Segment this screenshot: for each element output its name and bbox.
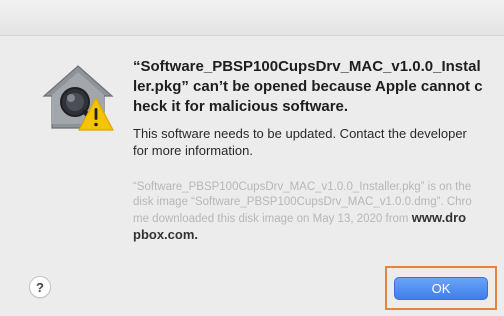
window-titlebar [0, 0, 504, 36]
ok-button[interactable]: OK [394, 277, 488, 300]
dialog-message: This software needs to be updated. Conta… [133, 126, 467, 158]
dialog-headline: “Software_PBSP100CupsDrv_MAC_v1.0.0_Inst… [133, 58, 483, 115]
gatekeeper-warning-icon [42, 65, 114, 131]
help-button[interactable]: ? [29, 276, 51, 298]
dialog-detail: “Software_PBSP100CupsDrv_MAC_v1.0.0_Inst… [133, 180, 473, 244]
detail-suffix: . [194, 227, 199, 242]
